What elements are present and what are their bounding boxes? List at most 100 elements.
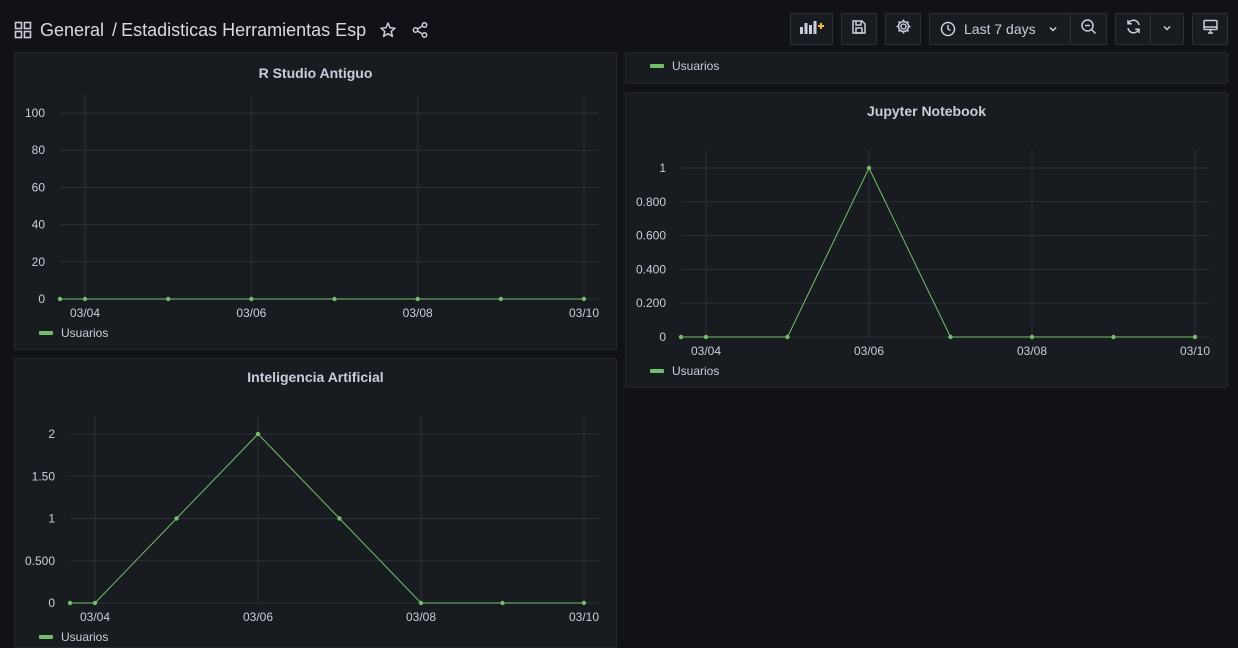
data-point <box>866 165 872 171</box>
panel-jupyter-notebook: Jupyter Notebook 0 0.200 0.400 0.600 0.800 1 0… <box>625 92 1228 388</box>
legend-label: Usuarios <box>61 630 109 644</box>
breadcrumb-separator: / <box>112 19 118 40</box>
y-tick-label: 0.600 <box>636 229 666 243</box>
data-point <box>703 334 709 340</box>
breadcrumb: General / Estadisticas Herramientas Esp <box>14 17 430 43</box>
data-point <box>332 296 337 302</box>
panel-title[interactable]: R Studio Antiguo <box>15 65 616 81</box>
data-point <box>498 296 504 302</box>
data-point <box>678 334 684 340</box>
chevron-down-icon <box>1048 24 1058 34</box>
data-point <box>92 600 98 606</box>
data-point <box>581 296 587 302</box>
data-point <box>337 516 342 521</box>
data-point <box>1192 334 1198 340</box>
y-tick-label: 0.800 <box>636 195 666 209</box>
data-point <box>67 600 73 606</box>
data-point <box>418 600 424 606</box>
y-tick-label: 40 <box>32 218 46 232</box>
refresh-icon <box>1125 18 1142 40</box>
x-tick-label: 03/04 <box>70 306 100 320</box>
page-title[interactable]: Estadisticas Herramientas Esp <box>121 20 366 41</box>
apps-icon[interactable] <box>14 21 32 39</box>
dashboard-nav-bar: General / Estadisticas Herramientas Esp … <box>0 0 1238 60</box>
save-icon <box>851 19 867 40</box>
y-tick-label: 60 <box>32 180 46 194</box>
x-tick-label: 03/08 <box>406 610 436 624</box>
legend-item[interactable]: Usuarios <box>650 364 719 378</box>
legend-swatch <box>39 331 53 335</box>
x-tick-label: 03/08 <box>1017 344 1047 358</box>
star-icon[interactable] <box>378 20 398 40</box>
x-tick-label: 03/08 <box>403 306 433 320</box>
legend-label: Usuarios <box>672 364 720 378</box>
legend-item[interactable]: Usuarios <box>39 326 108 340</box>
y-tick-label: 1 <box>659 161 666 175</box>
panel-title[interactable]: Inteligencia Artificial <box>15 369 616 385</box>
settings-button[interactable] <box>885 13 921 45</box>
line-chart: 0 0.200 0.400 0.600 0.800 1 03/04 03/06 03/08 03/… <box>636 150 1210 358</box>
legend-swatch <box>650 369 664 373</box>
share-icon[interactable] <box>410 20 430 40</box>
legend-swatch <box>650 64 664 68</box>
view-mode-button[interactable] <box>1192 13 1228 45</box>
breadcrumb-folder[interactable]: General <box>40 20 104 41</box>
data-point <box>165 296 171 302</box>
y-tick-label: 0 <box>659 330 666 344</box>
y-tick-label: 100 <box>25 106 45 120</box>
data-point <box>57 296 63 302</box>
y-tick-label: 0 <box>38 292 45 306</box>
add-panel-button[interactable] <box>790 13 833 45</box>
time-range-label: Last 7 days <box>964 21 1036 37</box>
data-point <box>1111 334 1116 340</box>
data-point <box>581 600 587 606</box>
y-tick-label: 2 <box>48 427 55 441</box>
refresh-button[interactable] <box>1115 13 1151 45</box>
y-tick-label: 1.50 <box>32 469 56 483</box>
panel-inteligencia-artificial: Inteligencia Artificial 0 0.500 1 1.50 2 03/0… <box>14 358 617 648</box>
time-range-picker[interactable]: Last 7 days <box>929 13 1071 45</box>
legend-item[interactable]: Usuarios <box>650 59 719 73</box>
panel-partial-top-right: Usuarios <box>625 52 1228 84</box>
x-tick-label: 03/10 <box>1180 344 1210 358</box>
add-panel-icon <box>799 18 825 41</box>
y-tick-label: 0.500 <box>25 554 55 568</box>
data-point <box>415 296 420 302</box>
y-tick-label: 20 <box>32 255 46 269</box>
legend-label: Usuarios <box>61 326 109 340</box>
data-point <box>255 431 261 437</box>
x-tick-label: 03/06 <box>236 306 266 320</box>
legend-item[interactable]: Usuarios <box>39 630 108 644</box>
y-tick-label: 0.400 <box>636 262 666 276</box>
panel-r-studio-antiguo: R Studio Antiguo 0 20 40 60 80 100 03/04 03/06 0… <box>14 52 617 350</box>
zoom-out-icon <box>1080 18 1097 40</box>
save-button[interactable] <box>841 13 877 45</box>
y-tick-label: 80 <box>32 143 46 157</box>
tv-icon <box>1202 18 1219 40</box>
data-point <box>249 296 254 302</box>
data-point <box>174 516 179 521</box>
legend-swatch <box>39 635 53 639</box>
data-point <box>82 296 88 302</box>
data-point <box>1029 334 1035 340</box>
refresh-interval-dropdown[interactable] <box>1150 13 1184 45</box>
y-tick-label: 0.200 <box>636 296 666 310</box>
data-point <box>948 334 953 340</box>
y-tick-label: 1 <box>48 512 55 526</box>
y-tick-label: 0 <box>48 596 55 610</box>
panel-title[interactable]: Jupyter Notebook <box>626 103 1227 119</box>
clock-icon <box>940 21 956 37</box>
line-chart: 0 0.500 1 1.50 2 03/04 03/06 03/08 03/10 <box>25 416 599 624</box>
x-tick-label: 03/06 <box>854 344 884 358</box>
x-tick-label: 03/04 <box>691 344 721 358</box>
chevron-down-icon <box>1162 20 1172 38</box>
data-point <box>785 334 790 340</box>
line-chart: 0 20 40 60 80 100 03/04 03/06 03/08 03/10 <box>25 95 599 320</box>
zoom-out-button[interactable] <box>1070 13 1107 45</box>
data-point <box>500 600 505 606</box>
x-tick-label: 03/10 <box>569 306 599 320</box>
x-tick-label: 03/04 <box>80 610 110 624</box>
legend-label: Usuarios <box>672 59 720 73</box>
series-line <box>681 166 1195 338</box>
gear-icon <box>895 18 912 40</box>
